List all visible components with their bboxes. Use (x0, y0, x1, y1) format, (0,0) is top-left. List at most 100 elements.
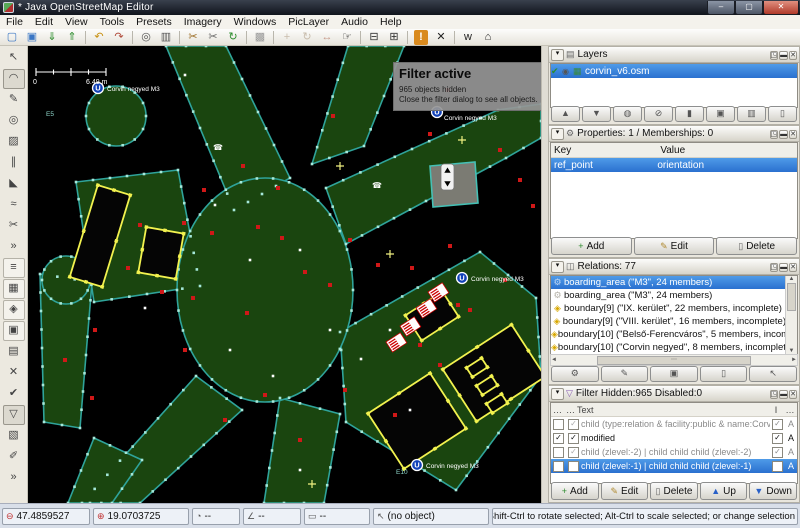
edit-filter[interactable]: ✎Edit (601, 482, 649, 500)
duplicate-layer-button[interactable]: ▥ (737, 106, 766, 122)
minimize-button[interactable]: – (707, 1, 735, 15)
upload-icon[interactable]: ⇑ (63, 30, 81, 45)
filter-table[interactable]: ……TextI… ✓child (type:relation & facilit… (550, 402, 798, 484)
zoom-to-selection-icon[interactable]: ◎ (137, 30, 155, 45)
update-data-icon[interactable]: ↻ (224, 30, 242, 45)
lasso-icon[interactable]: ◠ (3, 69, 25, 89)
photo-icon[interactable]: ▣ (3, 321, 25, 341)
filter-hiding-checkbox[interactable]: ✓ (568, 419, 579, 430)
close-button[interactable]: ✕ (789, 390, 797, 399)
filter-hiding-checkbox[interactable]: ✓ (568, 461, 579, 472)
move-filter-down[interactable]: ▼Down (749, 482, 797, 500)
relations-list[interactable]: ⚙boarding_area ("M3", 24 members)⚙boardi… (550, 275, 798, 355)
factory-icon[interactable]: ⌂ (479, 30, 497, 45)
bus-preset-icon[interactable]: ⊞ (385, 30, 403, 45)
relation-row[interactable]: ⚙boarding_area ("M3", 24 members) (551, 289, 786, 302)
menu-windows[interactable]: Windows (228, 16, 283, 29)
filter-enabled-checkbox[interactable] (553, 447, 564, 458)
relations-vertical-scrollbar[interactable]: ▲▼ (785, 276, 797, 354)
undo-icon[interactable]: ↶ (90, 30, 108, 45)
delete-layer-button[interactable]: ▯ (768, 106, 797, 122)
more-tools-icon[interactable]: » (3, 237, 25, 257)
collapse-button[interactable]: ▬ (779, 130, 788, 139)
validation-errors-icon[interactable]: ✕ (3, 363, 25, 383)
delete-relation-button[interactable]: ▯ (700, 366, 748, 382)
relation-row[interactable]: ◈boundary[10] ("Corvin negyed", 8 member… (551, 341, 786, 354)
delete-button[interactable]: ▯Delete (716, 237, 797, 255)
menu-audio[interactable]: Audio (335, 16, 374, 29)
layer-list-icon[interactable]: ≡ (3, 258, 25, 278)
filter-icon[interactable]: ▽ (3, 405, 25, 425)
show-hide-layer-button[interactable]: ⊘ (644, 106, 673, 122)
open-icon[interactable]: ▢ (3, 30, 21, 45)
map-paint-icon[interactable]: ▦ (3, 279, 25, 299)
filter-inverted-checkbox[interactable]: ✓ (772, 461, 783, 472)
duplicate-relation-button[interactable]: ▣ (650, 366, 698, 382)
save-icon[interactable]: ▣ (23, 30, 41, 45)
close-button[interactable]: ✕ (763, 1, 799, 15)
imagery-layer-icon[interactable]: ▤ (3, 342, 25, 362)
delete-filter[interactable]: ▯Delete (650, 482, 698, 500)
filter-inverted-checkbox[interactable]: ✓ (772, 419, 783, 430)
piclayer-icon[interactable]: ▩ (251, 30, 269, 45)
filter-enabled-checkbox[interactable]: ✓ (553, 461, 564, 472)
detach-button[interactable]: ◳ (770, 51, 779, 60)
add-button[interactable]: +Add (551, 237, 632, 255)
filter-row[interactable]: ✓child (type:relation & facility:public … (551, 417, 797, 431)
more-dialogs-icon[interactable]: » (3, 468, 25, 488)
filter-hiding-checkbox[interactable]: ✓ (568, 433, 579, 444)
split-way-icon[interactable]: ✂ (204, 30, 222, 45)
menu-view[interactable]: View (59, 16, 94, 29)
menu-help[interactable]: Help (374, 16, 408, 29)
download-icon[interactable]: ⇓ (43, 30, 61, 45)
relation-row[interactable]: ⚙boarding_area ("M3", 24 members) (551, 276, 786, 289)
select-icon[interactable]: ↖ (3, 48, 25, 68)
map-canvas[interactable]: ☎☎UCorvin negyed M3UCorvin negyed M3UCor… (28, 46, 541, 503)
opacity-button[interactable]: ▮ (675, 106, 704, 122)
relation-row[interactable]: ◈boundary[9] ("VIII. kerület", 16 member… (551, 315, 786, 328)
filter-row[interactable]: ✓✓modified✓A (551, 431, 797, 445)
menu-piclayer[interactable]: PicLayer (282, 16, 335, 29)
filter-enabled-checkbox[interactable]: ✓ (553, 433, 564, 444)
filter-inverted-checkbox[interactable]: ✓ (772, 447, 783, 458)
layer-visibility-eye-icon[interactable]: ◉ (562, 67, 573, 76)
zoom-mode-icon[interactable]: ◎ (3, 111, 25, 131)
validation-icon[interactable]: ✔ (3, 384, 25, 404)
move-layer-up-button[interactable]: ▲ (551, 106, 580, 122)
collapse-arrow-icon[interactable]: ▾ (551, 261, 564, 273)
blend-mode-button[interactable]: ◍ (613, 106, 642, 122)
collapse-button[interactable]: ▬ (779, 51, 788, 60)
redo-icon[interactable]: ↷ (110, 30, 128, 45)
select-members-button[interactable]: ↖ (749, 366, 797, 382)
properties-table[interactable]: Key Value ref_pointorientation (550, 142, 798, 239)
filter-row[interactable]: ✓✓child (zlevel:-1) | child child child … (551, 459, 797, 473)
merge-layer-button[interactable]: ▣ (706, 106, 735, 122)
preferences-icon[interactable]: ▥ (157, 30, 175, 45)
filter-enabled-checkbox[interactable] (553, 419, 564, 430)
map-svg[interactable]: ☎☎UCorvin negyed M3UCorvin negyed M3UCor… (28, 46, 541, 503)
add-filter[interactable]: +Add (551, 482, 599, 500)
menu-edit[interactable]: Edit (29, 16, 59, 29)
move-filter-up[interactable]: ▲Up (700, 482, 748, 500)
delete-tool-icon[interactable]: ✕ (432, 30, 450, 45)
menu-presets[interactable]: Presets (130, 16, 178, 29)
layer-row[interactable]: ✔◉▦corvin_v6.osm (551, 64, 797, 78)
property-row[interactable]: ref_pointorientation (551, 158, 797, 172)
collapse-arrow-icon[interactable]: ▾ (551, 49, 564, 61)
measurement-icon[interactable]: ✐ (3, 447, 25, 467)
draw-nodes-icon[interactable]: ✎ (3, 90, 25, 110)
detach-button[interactable]: ◳ (770, 390, 779, 399)
maximize-button[interactable]: ▢ (735, 1, 763, 15)
edit-button[interactable]: ✎Edit (634, 237, 715, 255)
collapse-arrow-icon[interactable]: ▾ (551, 128, 564, 140)
collapse-button[interactable]: ▬ (779, 263, 788, 272)
wikipedia-icon[interactable]: w (459, 30, 477, 45)
close-button[interactable]: ✕ (789, 130, 797, 139)
pan-icon[interactable]: ☞ (338, 30, 356, 45)
delete-mode-icon[interactable]: ▨ (3, 132, 25, 152)
filter-hiding-checkbox[interactable]: ✓ (568, 447, 579, 458)
close-button[interactable]: ✕ (789, 263, 797, 272)
collapse-button[interactable]: ▬ (779, 390, 788, 399)
audio-warning-icon[interactable]: ! (414, 30, 428, 45)
improve-accuracy-icon[interactable]: ≈ (3, 195, 25, 215)
